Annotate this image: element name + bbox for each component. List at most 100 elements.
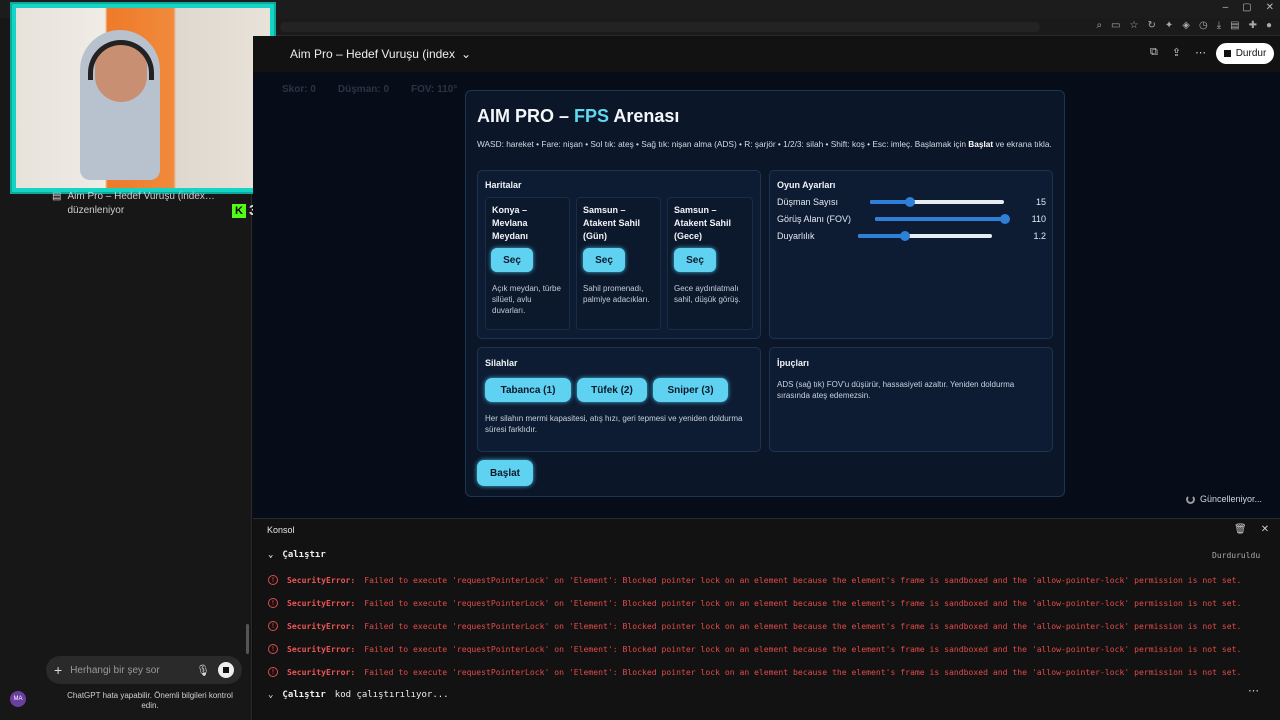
setting-value-enemy-count: 15 xyxy=(1035,197,1046,207)
hud-enemy: Düşman: 0 xyxy=(337,84,390,95)
chevron-down-icon[interactable]: ⌄ xyxy=(268,550,273,560)
canvas-title-text: Aim Pro – Hedef Vuruşu (index xyxy=(290,47,455,61)
sidebar-scrollbar[interactable] xyxy=(246,624,249,654)
error-icon: ! xyxy=(268,575,278,585)
setting-label-sensitivity: Duyarlılık xyxy=(777,231,815,241)
zoom-icon[interactable]: ⌕ xyxy=(1096,20,1102,31)
slider-fill xyxy=(870,200,911,204)
error-icon: ! xyxy=(268,598,278,608)
spinner-icon xyxy=(1186,494,1195,504)
profile-icon[interactable]: ● xyxy=(1266,20,1272,31)
console-title: Konsol xyxy=(267,525,295,535)
console-status: Durduruldu xyxy=(1212,551,1261,560)
plus-icon[interactable]: + xyxy=(54,662,62,678)
map-desc: Açık meydan, türbe silüeti, avlu duvarla… xyxy=(492,284,561,315)
maps-title: Haritalar xyxy=(485,180,522,190)
maximize-button[interactable]: ▢ xyxy=(1242,2,1251,13)
setting-value-sensitivity: 1.2 xyxy=(1033,231,1046,241)
star-icon[interactable]: ☆ xyxy=(1130,20,1139,31)
canvas-title[interactable]: Aim Pro – Hedef Vuruşu (index ⌄ xyxy=(290,47,471,61)
extension-icon[interactable]: ✦ xyxy=(1165,20,1173,31)
collections-icon[interactable]: ▤ xyxy=(1230,20,1239,31)
map-name: Konya – Mevlana Meydanı xyxy=(492,205,529,241)
console-error-row: ! SecurityError: Failed to execute 'reques… xyxy=(268,667,1258,677)
select-map-samsun-night-button[interactable]: Seç xyxy=(674,248,716,272)
weapon-rifle-button[interactable]: Tüfek (2) xyxy=(577,378,647,402)
console-run-group-2[interactable]: ⌄ Çalıştır kod çalıştırılıyor... xyxy=(268,690,449,700)
address-bar[interactable] xyxy=(280,22,1040,32)
console-icons: 🗑 ✕ xyxy=(1234,524,1269,535)
disclaimer-text: ChatGPT hata yapabilir. Önemli bilgileri… xyxy=(67,691,233,710)
sensitivity-slider[interactable] xyxy=(858,231,992,241)
tips-text: ADS (sağ tık) FOV'u düşürür, hassasiyeti… xyxy=(777,380,1015,400)
chevron-down-icon[interactable]: ⌄ xyxy=(268,690,273,700)
history-icon[interactable]: ◷ xyxy=(1199,20,1208,31)
fov-slider[interactable] xyxy=(875,214,1010,224)
chevron-down-icon[interactable]: ⌄ xyxy=(461,47,471,61)
hud-score: Skor: 0 xyxy=(282,84,316,95)
enemy-count-slider[interactable] xyxy=(870,197,1004,207)
shield-icon[interactable]: ◈ xyxy=(1182,20,1190,31)
stop-generation-button[interactable] xyxy=(218,662,234,678)
game-title: AIM PRO – FPS Arenası xyxy=(477,106,680,126)
map-desc: Gece aydınlatmalı sahil, düşük görüş. xyxy=(674,284,741,304)
map-name: Samsun – Atakent Sahil (Gün) xyxy=(583,205,641,241)
weapons-description: Her silahın mermi kapasitesi, atış hızı,… xyxy=(485,414,743,434)
trash-icon[interactable]: 🗑 xyxy=(1234,524,1247,535)
error-icon: ! xyxy=(268,621,278,631)
slider-knob[interactable] xyxy=(899,231,910,241)
sidebar-canvas-item[interactable]: ▤ Aim Pro – Hedef Vuruşu (index… düzenle… xyxy=(52,190,242,218)
console-error-row: ! SecurityError: Failed to execute 'reques… xyxy=(268,644,1258,654)
window-controls: – ▢ ✕ xyxy=(1223,2,1274,13)
download-icon[interactable]: ⤓ xyxy=(1217,20,1221,31)
stop-square-icon xyxy=(1223,50,1231,57)
reader-icon[interactable]: ▭ xyxy=(1111,20,1120,31)
chat-input[interactable]: + Herhangi bir şey sor 🎙 xyxy=(46,656,242,684)
tips-title: İpuçları xyxy=(777,358,810,368)
avatar[interactable]: MA xyxy=(10,691,26,707)
weapon-pistol-button[interactable]: Tabanca (1) xyxy=(485,378,571,402)
stop-button[interactable]: Durdur xyxy=(1216,43,1274,64)
updating-indicator: Güncelleniyor... xyxy=(1186,494,1262,504)
slider-fill xyxy=(875,217,1005,221)
hud-fov: FOV: 110° xyxy=(411,84,458,95)
console-run-group[interactable]: ⌄ Çalıştır xyxy=(268,550,326,560)
error-icon: ! xyxy=(268,667,278,677)
kick-logo-icon: K xyxy=(232,203,246,218)
weapons-title: Silahlar xyxy=(485,358,518,368)
browser-extension-icons: ⌕ ▭ ☆ ↻ ✦ ◈ ◷ ⤓ ▤ ✚ ● xyxy=(1096,20,1272,31)
map-desc: Sahil promenadı, palmiye adacıkları. xyxy=(583,284,650,304)
copy-icon[interactable]: ⧉ xyxy=(1150,46,1158,59)
start-game-button[interactable]: Başlat xyxy=(477,460,533,486)
settings-card xyxy=(769,170,1053,339)
weapon-sniper-button[interactable]: Sniper (3) xyxy=(653,378,728,402)
share-icon[interactable]: ⇪ xyxy=(1172,46,1181,59)
more-icon[interactable]: ⋯ xyxy=(1195,46,1206,59)
slider-knob[interactable] xyxy=(1000,214,1010,224)
canvas-header-icons: ⧉ ⇪ ⋯ xyxy=(1150,46,1206,59)
game-instructions: WASD: hareket • Fare: nişan • Sol tık: a… xyxy=(477,139,1052,149)
console-error-row: ! SecurityError: Failed to execute 'reques… xyxy=(268,598,1258,608)
mic-icon[interactable]: 🎙 xyxy=(196,664,210,677)
map-name: Samsun – Atakent Sahil (Gece) xyxy=(674,205,732,241)
run-label: Çalıştır xyxy=(282,690,326,700)
running-text: kod çalıştırılıyor... xyxy=(334,690,449,700)
puzzle-icon[interactable]: ✚ xyxy=(1249,20,1257,31)
console-error-row: ! SecurityError: Failed to execute 'reques… xyxy=(268,575,1258,585)
refresh-icon[interactable]: ↻ xyxy=(1147,20,1155,31)
minimize-button[interactable]: – xyxy=(1223,2,1229,13)
close-window-button[interactable]: ✕ xyxy=(1266,2,1274,13)
more-icon[interactable]: ⋯ xyxy=(1248,684,1259,697)
setting-label-fov: Görüş Alanı (FOV) xyxy=(777,214,852,224)
setting-label-enemy-count: Düşman Sayısı xyxy=(777,197,839,207)
slider-fill xyxy=(858,234,905,238)
select-map-konya-button[interactable]: Seç xyxy=(491,248,533,272)
chat-placeholder: Herhangi bir şey sor xyxy=(70,664,160,676)
stop-button-label: Durdur xyxy=(1235,48,1267,59)
stop-icon xyxy=(223,667,229,673)
close-icon[interactable]: ✕ xyxy=(1261,524,1269,535)
settings-title: Oyun Ayarları xyxy=(777,180,836,190)
run-label: Çalıştır xyxy=(282,550,326,560)
console-error-row: ! SecurityError: Failed to execute 'reques… xyxy=(268,621,1258,631)
select-map-samsun-day-button[interactable]: Seç xyxy=(583,248,625,272)
